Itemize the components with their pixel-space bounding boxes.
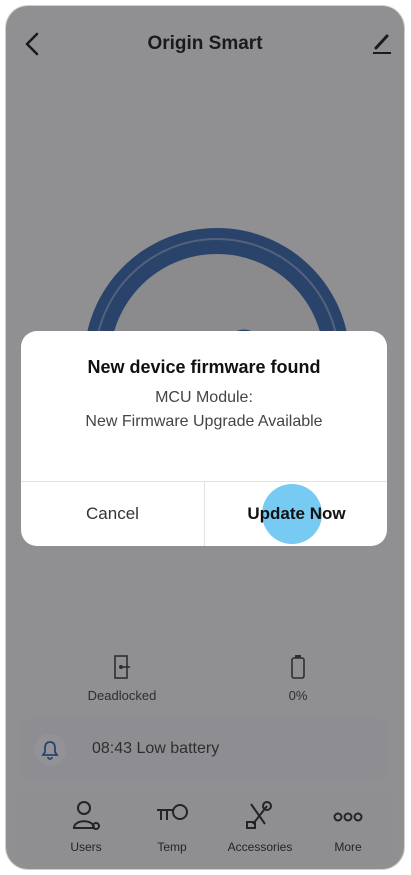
dialog-message: New Firmware Upgrade Available bbox=[85, 413, 323, 430]
update-now-button[interactable]: Update Now bbox=[205, 481, 387, 546]
firmware-dialog: New device firmware found MCU Module: Ne… bbox=[21, 331, 387, 546]
update-now-label: Update Now bbox=[247, 504, 346, 523]
dialog-title: New device firmware found bbox=[87, 357, 321, 377]
cancel-button[interactable]: Cancel bbox=[21, 481, 204, 546]
dialog-module-text: MCU Module: bbox=[155, 389, 253, 406]
